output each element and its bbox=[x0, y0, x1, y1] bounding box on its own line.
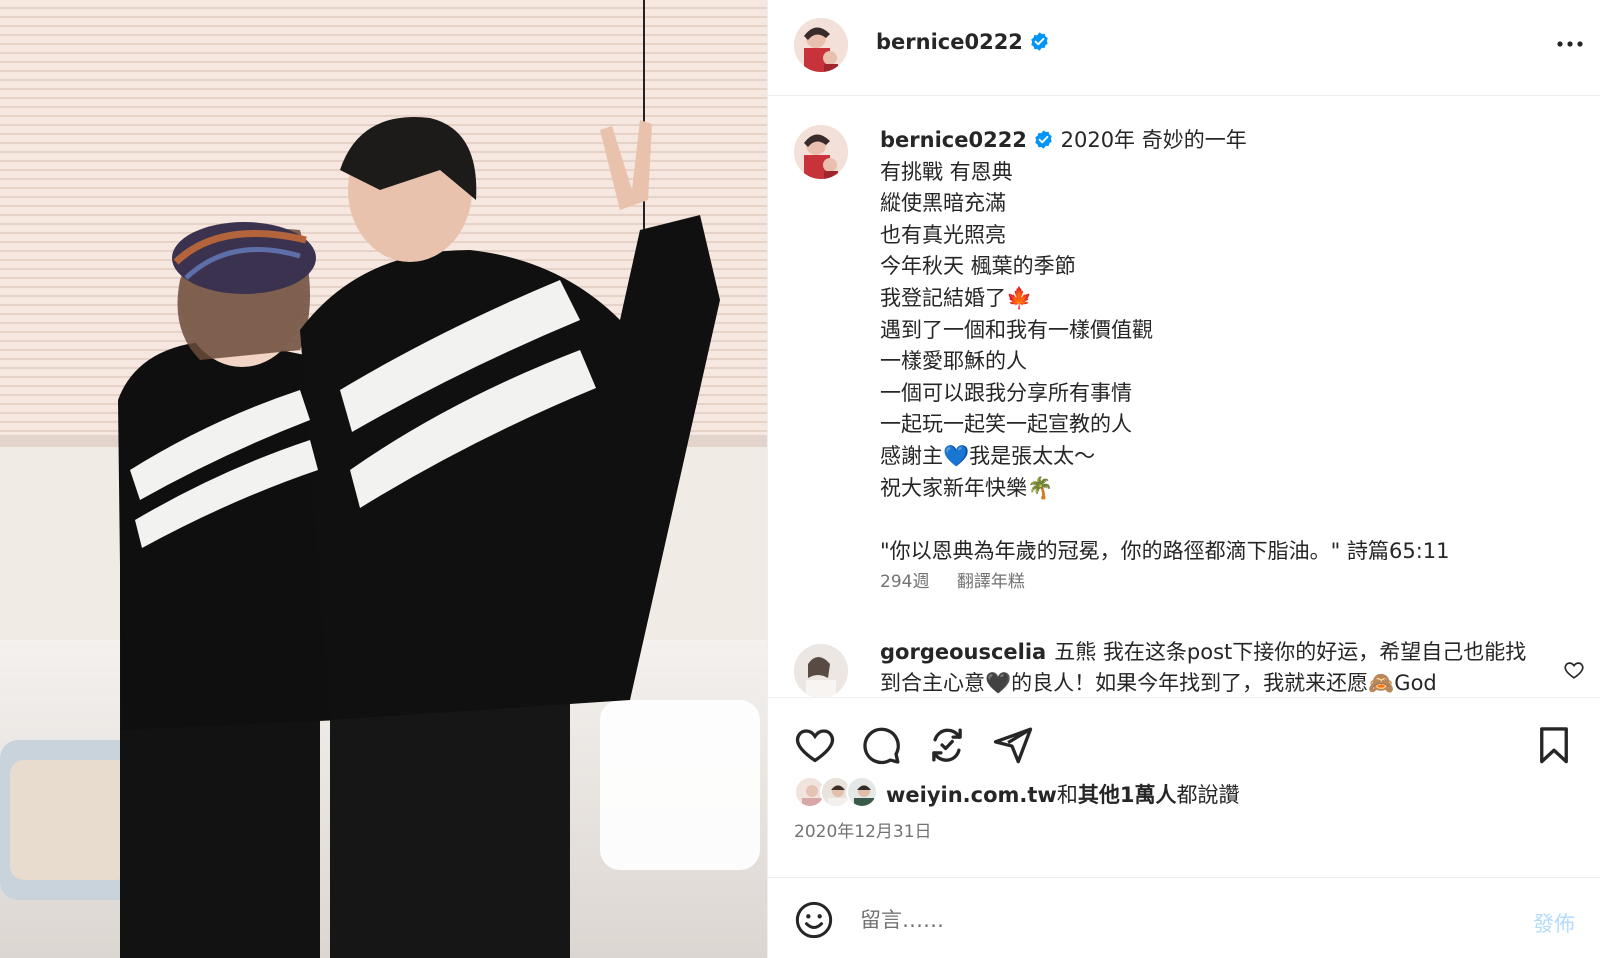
translate-link[interactable]: 翻譯年糕 bbox=[957, 572, 1025, 592]
caption-line: "你以恩典為年歲的冠冕，你的路徑都滴下脂油。" 詩篇65:11 bbox=[880, 538, 1450, 563]
comment-like-heart-icon[interactable] bbox=[1563, 659, 1585, 681]
comment-input[interactable] bbox=[860, 898, 1460, 942]
post-detail-panel: bernice0222 bernice0222 2020年 奇妙的一年 有挑戰 … bbox=[767, 0, 1600, 958]
caption-line: 一個可以跟我分享所有事情 bbox=[880, 380, 1132, 405]
post-time-ago[interactable]: 294週 bbox=[880, 572, 929, 592]
heart-icon[interactable] bbox=[794, 724, 836, 766]
repost-icon[interactable] bbox=[926, 724, 968, 766]
post-caption: bernice0222 2020年 奇妙的一年 有挑戰 有恩典 縱使黑暗充滿 也… bbox=[880, 125, 1580, 567]
caption-line-blank bbox=[880, 504, 1580, 536]
more-horizontal-icon[interactable] bbox=[1555, 34, 1585, 54]
add-comment-bar: 發佈 bbox=[768, 877, 1600, 958]
author-username-text[interactable]: bernice0222 bbox=[876, 30, 1023, 54]
commenter-username[interactable]: gorgeouscelia bbox=[880, 640, 1046, 664]
post-comment-button[interactable]: 發佈 bbox=[1533, 908, 1575, 938]
likes-summary: weiyin.com.tw和其他1萬人都說讚 bbox=[886, 779, 1239, 809]
share-icon[interactable] bbox=[992, 724, 1034, 766]
likes-others-link[interactable]: 其他1萬人 bbox=[1078, 783, 1177, 807]
caption-line: 感謝主💙我是張太太～ bbox=[880, 443, 1096, 468]
caption-first-line: bernice0222 2020年 奇妙的一年 bbox=[880, 125, 1580, 157]
avatar-image bbox=[794, 125, 848, 179]
caption-line: 一起玩一起笑一起宣教的人 bbox=[880, 412, 1132, 437]
commenter-avatar[interactable] bbox=[794, 644, 848, 697]
caption-line: 也有真光照亮 bbox=[880, 222, 1006, 247]
likes-joiner: 和 bbox=[1056, 783, 1078, 807]
comment-body: gorgeouscelia 五熊 我在这条post下接你的好运，希望自己也能找到合… bbox=[880, 637, 1540, 697]
post-photo[interactable] bbox=[0, 0, 767, 958]
caption-username[interactable]: bernice0222 bbox=[880, 128, 1027, 152]
caption-text: 2020年 奇妙的一年 bbox=[1060, 128, 1247, 152]
comment-icon[interactable] bbox=[860, 724, 902, 766]
verified-badge-icon bbox=[1031, 32, 1048, 51]
caption-meta: 294週 翻譯年糕 bbox=[880, 567, 1047, 592]
avatar-image bbox=[794, 644, 848, 697]
comments-scroll-area[interactable]: bernice0222 2020年 奇妙的一年 有挑戰 有恩典 縱使黑暗充滿 也… bbox=[768, 97, 1600, 697]
caption-line: 祝大家新年快樂🌴 bbox=[880, 475, 1054, 500]
liker-avatar bbox=[846, 776, 878, 808]
caption-line: 我登記結婚了🍁 bbox=[880, 285, 1033, 310]
caption-author-avatar[interactable] bbox=[794, 125, 848, 179]
caption-line: 縱使黑暗充滿 bbox=[880, 191, 1006, 216]
author-username[interactable]: bernice0222 bbox=[876, 30, 1050, 54]
author-avatar[interactable] bbox=[794, 18, 848, 72]
avatar-image bbox=[794, 18, 848, 72]
caption-line: 今年秋天 楓葉的季節 bbox=[880, 254, 1076, 279]
caption-line: 有挑戰 有恩典 bbox=[880, 159, 1013, 184]
post-header: bernice0222 bbox=[768, 0, 1600, 96]
likes-suffix: 都說讚 bbox=[1176, 783, 1240, 807]
verified-badge-icon bbox=[1035, 130, 1052, 149]
bookmark-icon[interactable] bbox=[1533, 724, 1575, 766]
couple-photo-illustration bbox=[0, 0, 767, 958]
emoji-icon[interactable] bbox=[794, 900, 834, 940]
caption-line: 一樣愛耶穌的人 bbox=[880, 349, 1027, 374]
post-date[interactable]: 2020年12月31日 bbox=[794, 817, 932, 842]
liker-username[interactable]: weiyin.com.tw bbox=[886, 783, 1057, 807]
caption-line: 遇到了一個和我有一樣價值觀 bbox=[880, 317, 1153, 342]
